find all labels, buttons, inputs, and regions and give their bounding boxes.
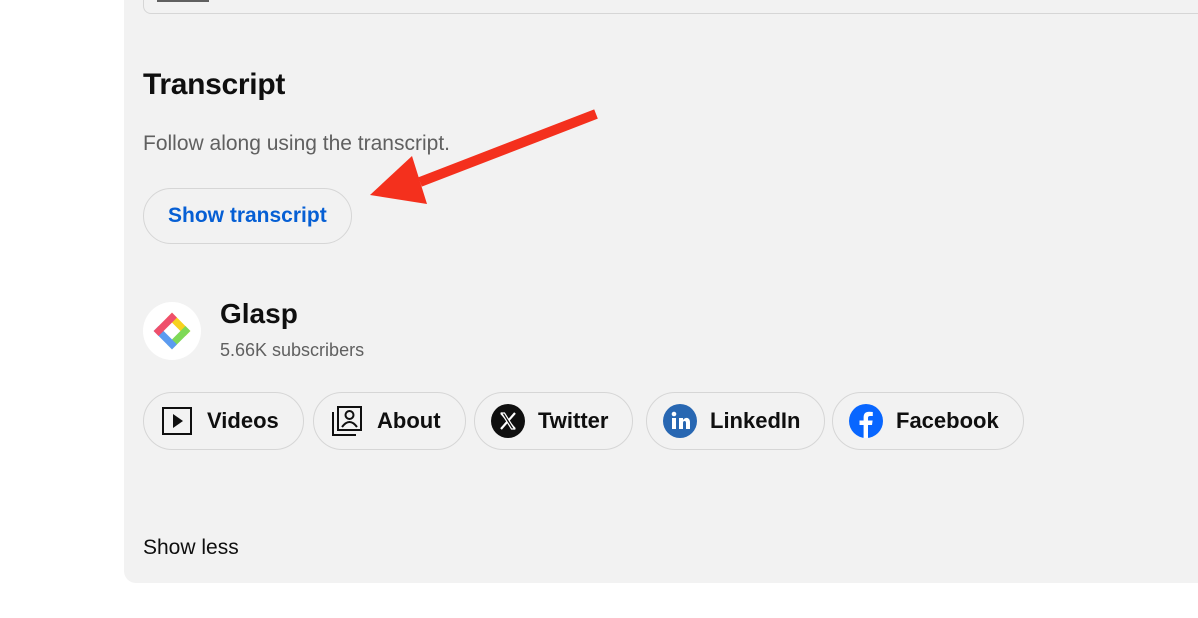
x-logo-icon [491,404,525,438]
show-less-button[interactable]: Show less [143,536,239,560]
videos-chip[interactable]: Videos [143,392,304,450]
chip-label: About [377,408,441,433]
linkedin-icon [663,404,697,438]
transcript-heading: Transcript [143,68,286,101]
chip-label: Videos [207,408,279,433]
channel-avatar[interactable] [143,302,201,360]
show-transcript-button[interactable]: Show transcript [143,188,352,244]
twitter-chip[interactable]: Twitter [474,392,634,450]
chip-label: Facebook [896,408,999,433]
play-icon [160,404,194,438]
channel-name[interactable]: Glasp [220,298,298,330]
previous-section-box [143,0,1198,14]
portrait-icon [330,404,364,438]
subscriber-count: 5.66K subscribers [220,340,365,360]
previous-section-bar [157,0,209,2]
glasp-logo-icon [153,312,191,350]
annotation-arrow-icon [370,109,598,204]
chip-label: LinkedIn [710,408,801,433]
chip-label: Twitter [538,408,609,433]
about-chip[interactable]: About [313,392,466,450]
description-panel [124,0,1198,583]
linkedin-chip[interactable]: LinkedIn [646,392,826,450]
facebook-icon [849,404,883,438]
facebook-chip[interactable]: Facebook [832,392,1024,450]
